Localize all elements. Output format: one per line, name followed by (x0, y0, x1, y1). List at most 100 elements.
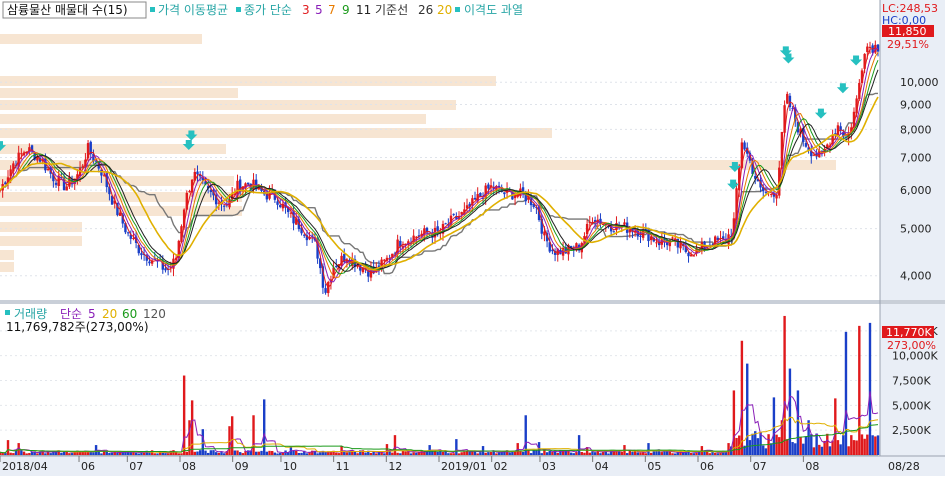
volume-bar[interactable] (844, 331, 848, 455)
volume-bar[interactable] (818, 444, 821, 455)
volume-bar[interactable] (180, 453, 183, 455)
volume-bar[interactable] (391, 452, 394, 455)
candle-body[interactable] (222, 205, 226, 207)
volume-bar[interactable] (591, 451, 594, 455)
volume-bar[interactable] (6, 440, 10, 455)
volume-bar[interactable] (108, 453, 111, 455)
volume-bar[interactable] (436, 451, 439, 455)
volume-bar[interactable] (393, 435, 397, 455)
volume-bar[interactable] (532, 450, 535, 455)
volume-bar[interactable] (665, 451, 669, 455)
volume-bar[interactable] (9, 452, 12, 455)
volume-bar[interactable] (25, 453, 28, 455)
volume-bar[interactable] (89, 451, 92, 455)
volume-bar[interactable] (599, 453, 602, 455)
candle-body[interactable] (743, 142, 746, 150)
volume-title[interactable]: 거래량 (14, 307, 47, 321)
volume-bar[interactable] (815, 433, 818, 455)
volume-bar[interactable] (238, 452, 242, 455)
volume-bar[interactable] (572, 453, 575, 455)
volume-bar[interactable] (465, 451, 469, 455)
volume-bar[interactable] (185, 451, 189, 455)
volume-bar[interactable] (60, 452, 63, 455)
volume-bar[interactable] (644, 453, 648, 455)
candle-body[interactable] (324, 288, 327, 293)
volume-bar[interactable] (751, 433, 754, 455)
volume-bar[interactable] (236, 450, 239, 455)
volume-bar[interactable] (489, 452, 493, 455)
volume-bar[interactable] (295, 450, 298, 455)
volume-bar[interactable] (110, 452, 114, 455)
stock-title[interactable]: 삼륭물산 매물대 수(15) (7, 3, 128, 17)
volume-bar[interactable] (423, 452, 426, 455)
volume-bar[interactable] (727, 443, 730, 455)
volume-bar[interactable] (871, 435, 874, 455)
volume-bar[interactable] (764, 448, 768, 455)
candle-body[interactable] (436, 226, 439, 231)
volume-bar[interactable] (649, 452, 653, 455)
volume-bar[interactable] (196, 451, 199, 455)
volume-bar[interactable] (324, 452, 327, 455)
volume-bar[interactable] (772, 397, 776, 455)
volume-bar[interactable] (44, 453, 47, 455)
volume-bar[interactable] (714, 452, 717, 455)
volume-bar[interactable] (257, 451, 261, 455)
ma-label[interactable]: 가격 이동평균 (158, 3, 228, 17)
volume-bar[interactable] (292, 450, 295, 455)
volume-bar[interactable] (70, 453, 74, 455)
volume-bar[interactable] (137, 453, 140, 455)
volume-bar[interactable] (36, 453, 39, 455)
volume-bar[interactable] (399, 453, 402, 455)
volume-bar[interactable] (375, 453, 378, 455)
volume-bar[interactable] (831, 440, 834, 455)
volume-bar[interactable] (273, 452, 277, 455)
volume-bar[interactable] (607, 453, 610, 455)
candle-body[interactable] (503, 192, 506, 195)
volume-bar[interactable] (412, 452, 415, 455)
candle-body[interactable] (876, 44, 880, 52)
volume-bar[interactable] (636, 452, 640, 455)
disparity-label[interactable]: 이격도 과열 (464, 3, 523, 17)
candle-body[interactable] (601, 224, 605, 226)
candle-body[interactable] (46, 169, 50, 171)
volume-bar[interactable] (663, 451, 666, 455)
volume-bar[interactable] (153, 453, 156, 455)
volume-bar[interactable] (161, 452, 164, 455)
volume-bar[interactable] (850, 435, 853, 455)
candle-body[interactable] (188, 191, 191, 193)
volume-bar[interactable] (345, 452, 349, 455)
candle-body[interactable] (612, 231, 615, 233)
volume-bar[interactable] (20, 450, 23, 455)
candle-body[interactable] (367, 271, 370, 277)
volume-bar[interactable] (519, 451, 522, 455)
candle-body[interactable] (20, 153, 23, 155)
volume-bar[interactable] (385, 444, 389, 455)
volume-bar[interactable] (254, 451, 258, 455)
volume-bar[interactable] (855, 440, 858, 455)
volume-bar[interactable] (276, 453, 279, 455)
volume-bar[interactable] (353, 451, 357, 455)
volume-bar[interactable] (388, 451, 391, 455)
volume-bar[interactable] (847, 446, 850, 455)
volume-bar[interactable] (569, 452, 573, 455)
volume-bar[interactable] (455, 439, 458, 455)
volume-bar[interactable] (396, 452, 399, 455)
volume-bar[interactable] (271, 450, 274, 455)
volume-bar[interactable] (201, 429, 205, 455)
candle-body[interactable] (452, 213, 455, 215)
volume-bar[interactable] (335, 452, 338, 455)
volume-bar[interactable] (22, 451, 26, 455)
volume-bar[interactable] (28, 452, 31, 455)
volume-bar[interactable] (535, 450, 538, 455)
volume-bar[interactable] (783, 315, 786, 455)
volume-bar[interactable] (220, 452, 223, 455)
volume-bar[interactable] (452, 453, 455, 455)
volume-bar[interactable] (497, 452, 501, 455)
candle-body[interactable] (543, 231, 546, 236)
volume-bar[interactable] (476, 453, 479, 455)
candle-body[interactable] (303, 234, 306, 236)
volume-bar[interactable] (580, 452, 583, 455)
volume-bar[interactable] (260, 450, 263, 455)
volume-bar[interactable] (268, 450, 271, 455)
volume-bar[interactable] (836, 440, 840, 455)
